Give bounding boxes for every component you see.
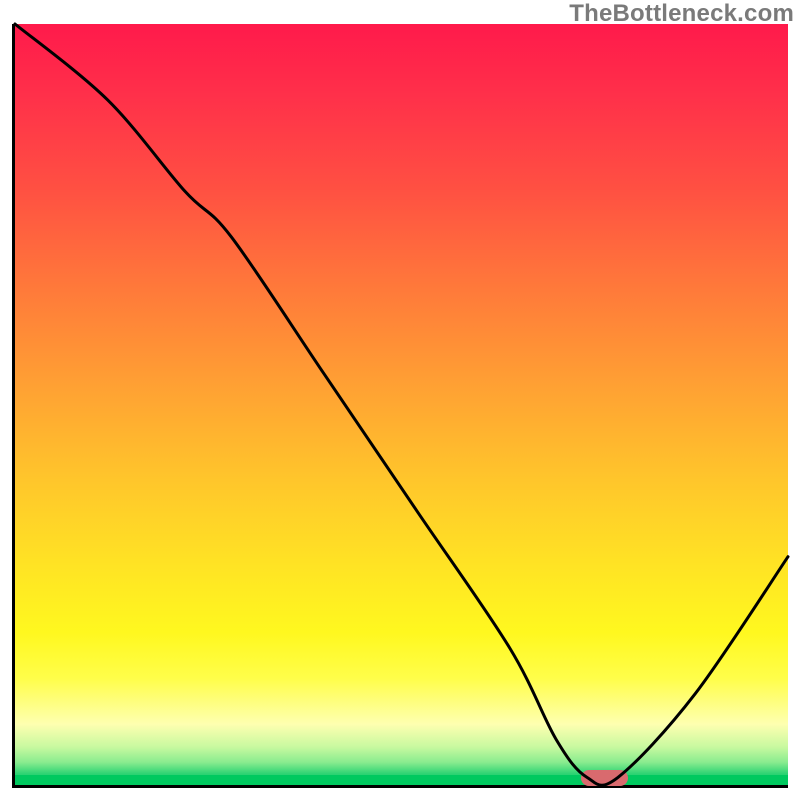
chart-canvas: TheBottleneck.com — [0, 0, 800, 800]
bottleneck-curve — [15, 24, 788, 785]
plot-area — [12, 24, 788, 788]
